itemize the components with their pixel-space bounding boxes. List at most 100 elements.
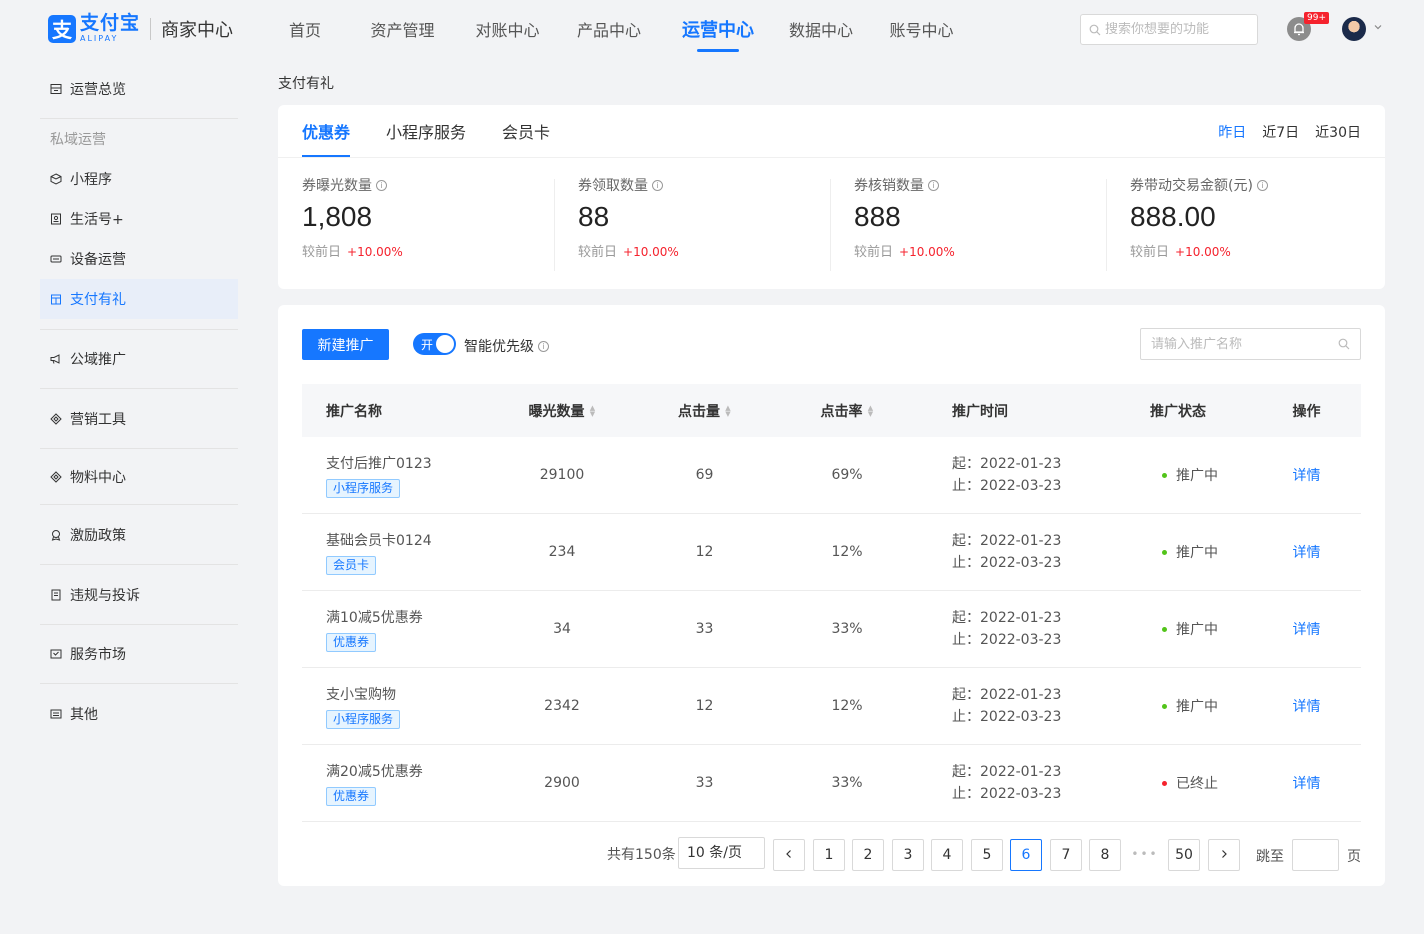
page-button[interactable]: 5 [971,839,1003,871]
next-page-button[interactable] [1208,839,1240,871]
total-count: 共有150条 [607,847,676,863]
page-button[interactable]: 4 [931,839,963,871]
sidebar-item-materials[interactable]: 物料中心 [40,449,238,504]
nav-account[interactable]: 账号中心 [874,0,969,58]
jump-label: 跳至 [1256,849,1284,865]
info-icon[interactable]: i [538,340,549,352]
sidebar-item-lifeaccount[interactable]: 生活号+ [40,199,238,239]
status-badge: 推广中 [1176,468,1218,484]
promotion-tag: 小程序服务 [326,478,401,498]
nav-home[interactable]: 首页 [270,0,340,58]
sidebar-item-label: 物料中心 [70,469,126,486]
exposure-value: 29100 [539,467,585,483]
tab-miniprogram-service[interactable]: 小程序服务 [386,105,466,157]
page-button[interactable]: 2 [852,839,884,871]
nav-assets[interactable]: 资产管理 [340,0,465,58]
stat-amount: 券带动交易金额(元) i 888.00 较前日 +10.00% [1106,175,1382,273]
sidebar-item-miniprogram[interactable]: 小程序 [40,159,238,199]
stat-value: 888 [854,201,901,232]
clicks-value: 69 [695,467,714,483]
page-button[interactable]: 8 [1089,839,1121,871]
global-search[interactable] [1080,14,1258,45]
sidebar-item-violations[interactable]: 违规与投诉 [40,565,238,624]
detail-link[interactable]: 详情 [1293,545,1321,561]
detail-link[interactable]: 详情 [1293,468,1321,484]
detail-link[interactable]: 详情 [1293,699,1321,715]
detail-link[interactable]: 详情 [1293,776,1321,792]
stat-change: +10.00% [1175,245,1231,259]
info-icon[interactable]: i [376,179,387,191]
avatar[interactable] [1342,17,1366,41]
detail-link[interactable]: 详情 [1293,622,1321,638]
stat-label: 券领取数量 [578,178,648,194]
column-header-time: 推广时间 [952,403,1008,420]
range-yesterday[interactable]: 昨日 [1218,122,1246,142]
diamond-icon [50,412,62,425]
page-button-current[interactable]: 6 [1010,839,1042,871]
nav-products[interactable]: 产品中心 [550,0,668,58]
award-icon [51,529,61,541]
sidebar-item-label: 服务市场 [70,647,126,663]
sidebar-item-incentives[interactable]: 激励政策 [40,505,238,564]
promotion-list-card: 新建推广 开 智能优先级 i 推广名称 曝光数量▲▼ 点击量▲▼ 点击率▲▼ 推广… [278,305,1385,886]
exposure-value: 2342 [544,698,580,714]
page-button[interactable]: 1 [813,839,845,871]
stat-compare-label: 较前日 [578,245,618,260]
alipay-mark-icon: 支 [48,14,76,43]
sidebar-item-market[interactable]: 服务市场 [40,625,238,683]
nav-operations[interactable]: 运营中心 [668,0,768,58]
sidebar-item-device[interactable]: 设备运营 [40,239,238,279]
info-icon[interactable]: i [928,179,939,191]
start-date: 起：2022-01-23 [952,533,1062,549]
sort-icon[interactable]: ▲ ▼ [590,404,596,417]
info-icon[interactable]: i [652,179,663,191]
page-ellipsis[interactable]: ••• [1129,839,1161,871]
page-button[interactable]: 3 [892,839,924,871]
column-header-clicks[interactable]: 点击量 ▲ ▼ [632,401,777,421]
status-badge: 推广中 [1176,622,1218,638]
clicks-value: 33 [695,775,714,791]
stat-received: 券领取数量 i 88 较前日 +10.00% [554,175,830,273]
range-30-days[interactable]: 近30日 [1315,122,1361,142]
tab-coupon[interactable]: 优惠券 [302,105,351,157]
rate-value: 12% [831,544,863,560]
smart-priority-toggle[interactable]: 开 [413,333,456,355]
prev-page-button[interactable] [773,839,805,871]
page-button[interactable]: 7 [1050,839,1082,871]
info-icon[interactable]: i [1256,179,1268,191]
promotion-name: 满10减5优惠券 [326,609,423,626]
chevron-down-icon[interactable] [1373,22,1383,32]
promotion-search-input[interactable] [1151,336,1338,352]
page-suffix: 页 [1347,849,1361,865]
nav-data[interactable]: 数据中心 [768,0,874,58]
end-date: 止：2022-03-23 [952,632,1062,648]
search-icon[interactable] [1338,338,1350,350]
column-header-exposure[interactable]: 曝光数量 ▲ ▼ [492,401,632,421]
tab-divider [278,157,1385,158]
sort-icon[interactable]: ▲ ▼ [725,404,731,417]
tab-member-card[interactable]: 会员卡 [502,105,550,157]
range-7-days[interactable]: 近7日 [1262,122,1299,142]
page-button-last[interactable]: 50 [1168,839,1200,871]
jump-page-input[interactable] [1292,839,1339,871]
alipay-logo[interactable]: 支 支付宝 ALIPAY 商家中心 [48,14,233,43]
new-promotion-button[interactable]: 新建推广 [302,329,389,360]
promotion-search[interactable] [1140,328,1361,360]
promotion-name: 支小宝购物 [326,686,396,703]
sidebar-item-other[interactable]: 其他 [40,684,238,743]
start-date: 起：2022-01-23 [952,764,1062,780]
nav-reconciliation[interactable]: 对账中心 [465,0,550,58]
sidebar-item-marketing[interactable]: 营销工具 [40,389,238,448]
rate-value: 12% [831,698,863,714]
sidebar-item-paygift[interactable]: 支付有礼 [40,279,238,319]
sort-icon[interactable]: ▲ ▼ [868,404,874,417]
store-icon [50,649,62,659]
end-date: 止：2022-03-23 [952,555,1062,571]
main-nav: 首页 资产管理 对账中心 产品中心 运营中心 数据中心 账号中心 [270,0,969,58]
column-header-rate[interactable]: 点击率 ▲ ▼ [777,401,917,421]
page-size-select[interactable]: 10 条/页 [678,837,765,869]
sidebar-item-overview[interactable]: 运营总览 [40,69,238,109]
global-search-input[interactable] [1105,22,1255,37]
sidebar-item-public[interactable]: 公域推广 [40,330,238,388]
document-icon [51,589,61,600]
